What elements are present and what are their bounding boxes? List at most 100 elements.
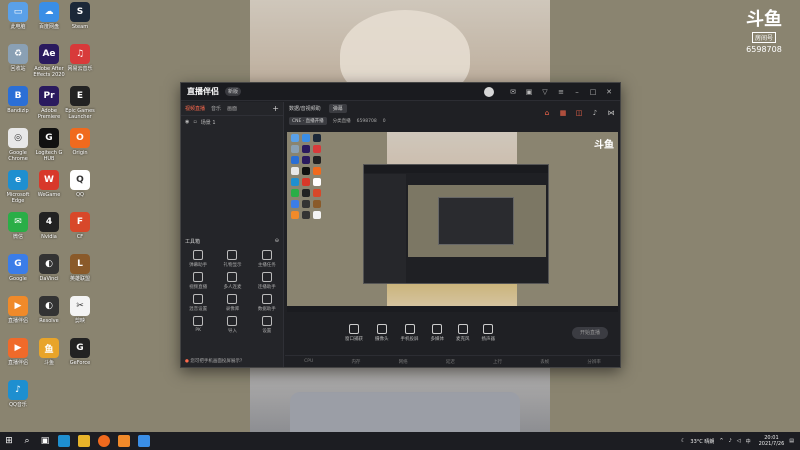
control-button[interactable]: 麦克风	[456, 324, 470, 342]
windows-start-icon[interactable]: ⊞	[0, 432, 18, 450]
explorer-taskbar-icon[interactable]	[78, 435, 90, 447]
desktop-icon[interactable]: G Google	[2, 254, 34, 282]
tool-icon	[193, 294, 204, 304]
mic-tray-icon[interactable]: ♪	[729, 438, 732, 444]
desktop-icon[interactable]: ✉ 微信	[2, 212, 34, 240]
tool-label: 设置	[262, 329, 272, 334]
tools-settings-icon[interactable]: ⊖	[275, 238, 279, 245]
bell-icon[interactable]: ♪	[590, 108, 600, 118]
titlebar[interactable]: 直播伴侣 新版 ✉ ▣ ▽ ≡ – □ ✕	[181, 83, 620, 101]
tool-item[interactable]: 视频直播	[181, 272, 215, 290]
task-view-icon[interactable]: ▣	[36, 432, 54, 450]
desktop-icon[interactable]: ▶ 直播伴侣	[2, 296, 34, 324]
tool-label: 礼物显示	[223, 263, 242, 268]
control-button[interactable]: 多媒体	[431, 324, 444, 342]
scene-row[interactable]: ◉ ▫ 场景 1	[181, 116, 283, 128]
desktop-icon[interactable]: Q QQ	[64, 170, 96, 198]
control-button[interactable]: 窗口捕获	[345, 324, 363, 342]
preview-desktop-icons	[291, 134, 325, 219]
desktop-icon[interactable]: ♫ 网易云音乐	[64, 44, 96, 72]
desktop-icon[interactable]: F CF	[64, 212, 96, 240]
ime-icon[interactable]: 中	[746, 438, 751, 445]
live-companion-taskbar-icon[interactable]	[118, 435, 130, 447]
message-icon[interactable]: ✉	[508, 87, 518, 97]
desktop-icon[interactable]: ♻ 回收站	[2, 44, 34, 72]
tab-music[interactable]: 音乐	[211, 105, 221, 112]
edge-taskbar-icon[interactable]	[58, 435, 70, 447]
tool-item[interactable]: 多人连麦	[215, 272, 249, 290]
desktop-icon[interactable]: E Epic Games Launcher	[64, 86, 96, 120]
gift-icon[interactable]: ▣	[524, 87, 534, 97]
eye-icon[interactable]: ◉	[185, 119, 189, 125]
desktop-icon[interactable]: e Microsoft Edge	[2, 170, 34, 204]
desktop-icon[interactable]: ✂ 剪映	[64, 296, 96, 324]
tool-item[interactable]: 设置	[250, 316, 284, 334]
desktop-icon[interactable]: Pr Adobe Premiere	[33, 86, 65, 120]
tool-item[interactable]: 主播任务	[250, 250, 284, 268]
tool-item[interactable]: PK	[181, 316, 215, 334]
desktop-icon[interactable]: 鱼斗鱼	[33, 338, 65, 366]
close-icon[interactable]: ✕	[604, 87, 614, 97]
desktop-icon[interactable]: 4 Nvidia	[33, 212, 65, 240]
control-button[interactable]: 摄像头	[375, 324, 389, 342]
tool-item[interactable]: 导入	[215, 316, 249, 334]
maximize-icon[interactable]: □	[588, 87, 598, 97]
notification-icon[interactable]: ▤	[789, 438, 794, 444]
desktop-icon[interactable]: W WeGame	[33, 170, 65, 198]
desktop-icon[interactable]: ☁ 百度网盘	[33, 2, 65, 30]
bag-icon[interactable]: ◫	[574, 108, 584, 118]
tool-item[interactable]: 数据助手	[250, 294, 284, 312]
volume-icon[interactable]: ◁	[737, 438, 741, 444]
control-button[interactable]: 手机投屏	[401, 324, 419, 342]
shop-icon[interactable]: ⌂	[542, 108, 552, 118]
app-window[interactable]: 直播伴侣 新版 ✉ ▣ ▽ ≡ – □ ✕ 视频直播 音乐 画面 + ◉ ▫ 场…	[180, 82, 621, 368]
shirt-icon[interactable]: ▽	[540, 87, 550, 97]
clock[interactable]: 20:01 2021/7/26	[759, 435, 785, 447]
minimize-icon[interactable]: –	[572, 87, 582, 97]
tab-scene[interactable]: 画面	[227, 105, 237, 112]
desktop-icon[interactable]: ◎ Google Chrome	[2, 128, 34, 162]
tray-up-icon[interactable]: ^	[719, 438, 723, 444]
version-badge[interactable]: 新版	[225, 87, 242, 96]
menu-icon[interactable]: ≡	[556, 87, 566, 97]
desktop-icon[interactable]: L 英雄联盟	[64, 254, 96, 282]
avatar[interactable]	[484, 86, 494, 97]
desktop-icon[interactable]: ▭ 此电脑	[2, 2, 34, 30]
lock-icon[interactable]: ▫	[193, 119, 196, 125]
tab-data[interactable]: 数据/音视频助	[289, 105, 321, 112]
desktop-icon[interactable]: ▶ 直播伴侣	[2, 338, 34, 366]
desktop-icon[interactable]: Ae Adobe After Effects 2020	[33, 44, 65, 78]
recorder-taskbar-icon[interactable]	[98, 435, 110, 447]
desktop-icon[interactable]: G GeForce	[64, 338, 96, 366]
desktop-icon[interactable]: B Bandizip	[2, 86, 34, 114]
tool-item[interactable]: 录像库	[215, 294, 249, 312]
share-icon[interactable]: ⋈	[606, 108, 616, 118]
start-live-button[interactable]: 开始直播	[572, 327, 608, 339]
desktop-icon[interactable]: S Steam	[64, 2, 96, 30]
tool-item[interactable]: 礼物显示	[215, 250, 249, 268]
category-text[interactable]: 分类直播	[333, 118, 351, 124]
tab-danmu[interactable]: 弹幕	[328, 104, 347, 113]
app-taskbar-icon[interactable]	[138, 435, 150, 447]
weather-text[interactable]: 33°C 晴朗	[690, 438, 714, 445]
app-icon: ♫	[70, 44, 90, 64]
tool-item[interactable]: 混音设置	[181, 294, 215, 312]
tool-item[interactable]: 连播助手	[250, 272, 284, 290]
desktop-icon[interactable]: O Origin	[64, 128, 96, 156]
desktop-icon[interactable]: G Logitech G HUB	[33, 128, 65, 162]
desktop-icon[interactable]: ◐ Resolve	[33, 296, 65, 324]
moon-icon: ☾	[680, 438, 686, 444]
live-tag[interactable]: CNE · 直播开播	[289, 117, 327, 125]
add-source-icon[interactable]: +	[272, 104, 279, 113]
control-button[interactable]: 扬声器	[482, 324, 495, 342]
desktop-icon[interactable]: ◐ DaVinci	[33, 254, 65, 282]
preview-canvas[interactable]: 斗鱼	[287, 132, 618, 312]
desktop-icon[interactable]: ♪ QQ音乐	[2, 380, 34, 408]
calendar-icon[interactable]: ▦	[558, 108, 568, 118]
search-icon[interactable]: ⌕	[18, 432, 36, 450]
tool-item[interactable]: 弹幕助手	[181, 250, 215, 268]
tab-video-live[interactable]: 视频直播	[185, 105, 205, 112]
app-icon: S	[70, 2, 90, 22]
footer-tip[interactable]: ● 您可把手机画面投屏展示？	[185, 358, 244, 364]
app-icon: ✉	[8, 212, 28, 232]
